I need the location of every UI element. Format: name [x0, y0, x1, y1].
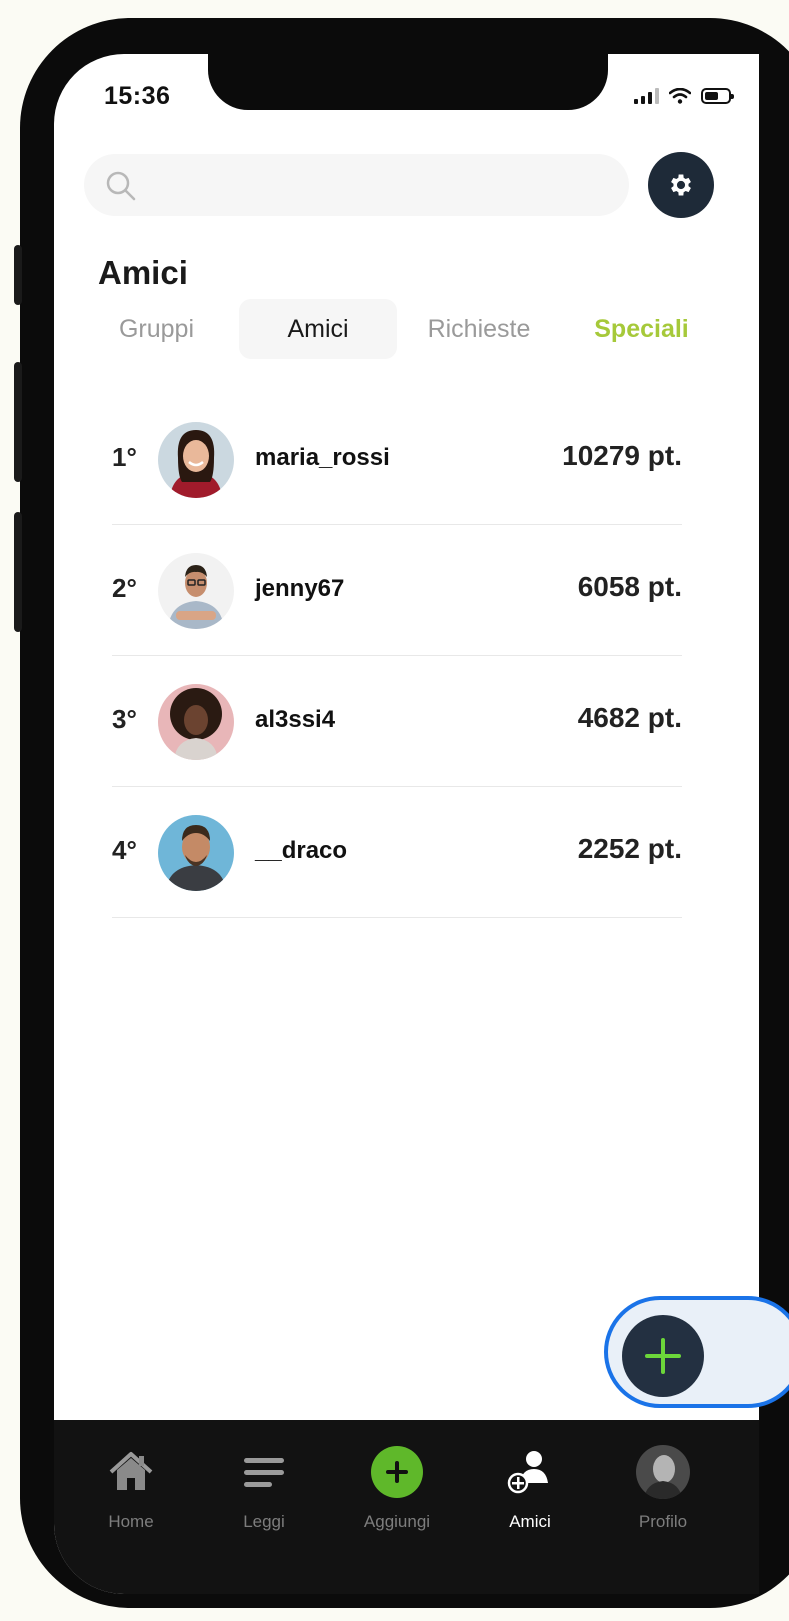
points-value: 4682 pt. [577, 702, 682, 733]
search-bar[interactable] [84, 154, 629, 216]
username: maria_rossi [255, 444, 390, 471]
rank-label: 2° [112, 573, 137, 603]
mute-switch [14, 245, 22, 305]
add-fab-button[interactable] [622, 1315, 704, 1397]
avatar [158, 422, 234, 498]
status-icons [634, 88, 734, 104]
notch [208, 54, 608, 110]
tab-gruppi[interactable]: Gruppi [94, 299, 219, 359]
volume-down-button [14, 512, 22, 632]
nav-profilo[interactable]: Profilo [608, 1442, 718, 1532]
nav-amici[interactable]: Amici [475, 1442, 585, 1532]
volume-up-button [14, 362, 22, 482]
tab-bar: Gruppi Amici Richieste Speciali [94, 299, 739, 359]
avatar [158, 815, 234, 891]
leaderboard-row[interactable]: 4° __draco 2252 pt. [112, 787, 682, 918]
gear-icon [671, 174, 691, 196]
add-friend-icon [507, 1451, 548, 1494]
nav-label: Leggi [243, 1512, 285, 1531]
rank-label: 4° [112, 835, 137, 865]
avatar [158, 553, 234, 629]
username: __draco [255, 837, 348, 864]
settings-button[interactable] [648, 152, 714, 218]
leaderboard-row[interactable]: 2° jenny67 6058 pt. [112, 525, 682, 656]
profile-avatar [636, 1445, 690, 1499]
username: al3ssi4 [255, 706, 336, 733]
tab-richieste[interactable]: Richieste [404, 299, 554, 359]
nav-leggi[interactable]: Leggi [209, 1442, 319, 1532]
nav-home[interactable]: Home [76, 1442, 186, 1532]
points-value: 10279 pt. [562, 440, 682, 471]
tab-amici[interactable]: Amici [239, 299, 397, 359]
plus-circle-icon [371, 1446, 423, 1498]
signal-icon [634, 88, 659, 104]
leaderboard-list: 1° maria_rossi 10279 pt. 2° jenny67 6058… [112, 394, 682, 918]
tab-speciali[interactable]: Speciali [569, 299, 714, 359]
nav-label: Home [108, 1512, 154, 1531]
nav-label: Amici [509, 1512, 551, 1531]
rank-label: 3° [112, 704, 137, 734]
bottom-nav: Home Leggi Aggiungi Amici Profilo [54, 1420, 759, 1594]
menu-lines-icon [244, 1458, 284, 1487]
wifi-icon [669, 88, 691, 104]
page-title: Amici [98, 254, 188, 291]
rank-label: 1° [112, 442, 137, 472]
nav-label: Aggiungi [363, 1512, 431, 1531]
avatar [158, 684, 234, 760]
search-icon [106, 171, 136, 201]
nav-aggiungi[interactable]: Aggiungi [342, 1442, 452, 1532]
points-value: 6058 pt. [577, 571, 682, 602]
plus-icon [645, 1338, 681, 1374]
home-icon [109, 1452, 153, 1490]
points-value: 2252 pt. [577, 833, 682, 864]
username: jenny67 [255, 575, 345, 602]
nav-label: Profilo [638, 1512, 688, 1531]
leaderboard-row[interactable]: 3° al3ssi4 4682 pt. [112, 656, 682, 787]
leaderboard-row[interactable]: 1° maria_rossi 10279 pt. [112, 394, 682, 525]
battery-icon [701, 88, 734, 104]
status-time: 15:36 [104, 82, 171, 110]
